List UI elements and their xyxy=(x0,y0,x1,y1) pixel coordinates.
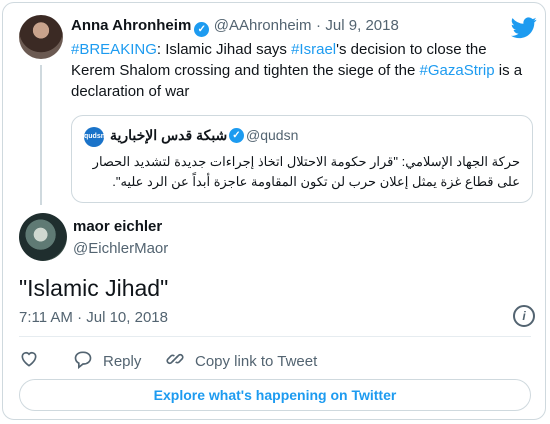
reply-tweet-text: "Islamic Jihad" xyxy=(19,275,169,301)
hashtag-gazastrip[interactable]: #GazaStrip xyxy=(420,62,495,79)
reply-icon xyxy=(73,349,103,373)
like-button[interactable] xyxy=(19,349,49,373)
verified-badge-icon: ✓ xyxy=(229,128,244,143)
heart-icon xyxy=(19,349,49,373)
twitter-bird-icon[interactable] xyxy=(511,17,537,39)
embedded-tweet-card: Anna Ahronheim ✓ @AAhronheim · Jul 9, 201… xyxy=(2,2,546,420)
quoted-tweet[interactable]: qudsn شبكة قدس الإخبارية ✓ @qudsn حركة ا… xyxy=(71,115,533,203)
reply-author-handle[interactable]: @EichlerMaor xyxy=(73,240,168,257)
original-date[interactable]: Jul 9, 2018 xyxy=(325,17,398,34)
hashtag-breaking[interactable]: #BREAKING xyxy=(71,41,157,58)
hashtag-israel[interactable]: #Israel xyxy=(291,41,336,58)
divider xyxy=(19,336,531,337)
explore-twitter-button[interactable]: Explore what's happening on Twitter xyxy=(19,379,531,411)
original-author-name[interactable]: Anna Ahronheim xyxy=(71,17,191,34)
date-separator: · xyxy=(315,17,321,34)
text-part-1: : Islamic Jihad says xyxy=(156,41,292,58)
thread-line xyxy=(40,65,42,205)
original-author-row: Anna Ahronheim ✓ @AAhronheim · Jul 9, 201… xyxy=(71,17,399,37)
copy-link-button[interactable]: Copy link to Tweet xyxy=(165,349,317,373)
maor-avatar[interactable] xyxy=(19,213,67,261)
qudsn-avatar[interactable]: qudsn xyxy=(84,127,105,147)
quoted-tweet-text: حركة الجهاد الإسلامي: "قرار حكومة الاحتل… xyxy=(92,154,520,189)
reply-label: Reply xyxy=(103,352,142,370)
quoted-author-name[interactable]: شبكة قدس الإخبارية xyxy=(110,127,227,144)
original-tweet-text: #BREAKING: Islamic Jihad says #Israel's … xyxy=(71,39,529,102)
anna-avatar[interactable] xyxy=(19,15,63,59)
reply-timestamp[interactable]: 7:11 AM · Jul 10, 2018 xyxy=(19,309,168,326)
original-author-handle[interactable]: @AAhronheim xyxy=(214,17,312,34)
reply-author-name[interactable]: maor eichler xyxy=(73,218,162,235)
verified-badge-icon: ✓ xyxy=(194,22,210,37)
info-icon[interactable]: i xyxy=(513,305,535,327)
reply-button[interactable]: Reply xyxy=(73,349,141,373)
copy-link-icon xyxy=(165,349,195,373)
copy-link-label: Copy link to Tweet xyxy=(195,352,318,370)
quoted-author-handle[interactable]: @qudsn xyxy=(246,127,298,143)
